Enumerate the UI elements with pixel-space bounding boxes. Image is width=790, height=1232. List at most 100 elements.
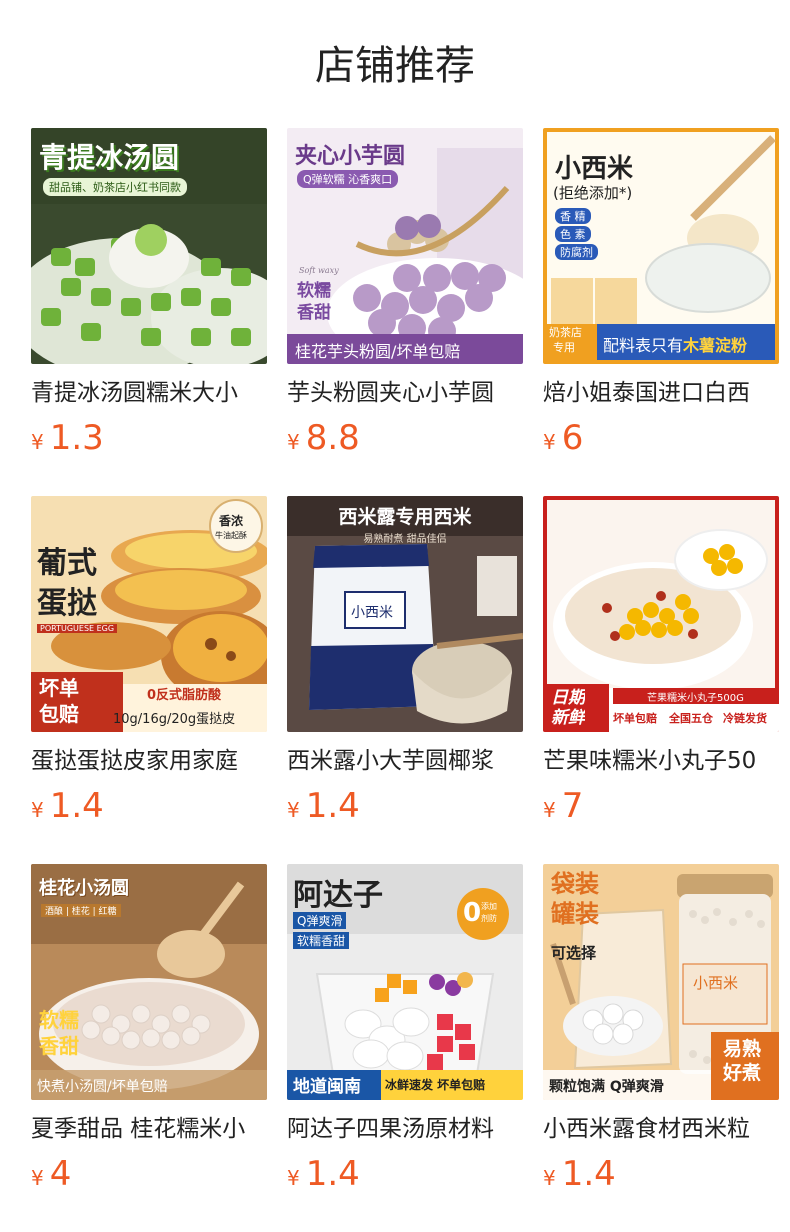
product-name[interactable]: 西米露小大芋圆椰浆 xyxy=(287,746,523,776)
product-image[interactable]: 青提冰汤圆 甜品铺、奶茶店小红书同款 xyxy=(31,128,267,364)
image-headline-1: 葡式 xyxy=(37,546,97,581)
image-corner-1: 奶茶店 xyxy=(549,326,582,339)
currency-symbol: ¥ xyxy=(31,798,44,822)
product-image[interactable]: 葡式 蛋挞 PORTUGUESE EGG 香浓 牛油起酥 坏单 包赔 0反式脂肪… xyxy=(31,496,267,732)
product-name[interactable]: 焙小姐泰国进口白西 xyxy=(543,378,779,408)
currency-symbol: ¥ xyxy=(543,798,556,822)
product-name[interactable]: 青提冰汤圆糯米大小 xyxy=(31,378,267,408)
currency-symbol: ¥ xyxy=(543,430,556,454)
image-top-banner: 芒果糯米小丸子500G xyxy=(647,693,744,704)
price-value: 1.4 xyxy=(49,786,104,826)
image-bag-label: 小西米 xyxy=(351,605,393,621)
image-line-2: 全国五仓 xyxy=(669,712,713,725)
product-card[interactable]: 小西米 (拒绝添加*) 香 精 色 素 防腐剂 奶茶店 专用 配料表只有木薯淀粉… xyxy=(543,128,779,458)
page-title: 店铺推荐 xyxy=(315,43,475,89)
image-corner-1: 易熟 xyxy=(723,1038,762,1060)
image-banner-left: 地道闽南 xyxy=(293,1077,361,1097)
image-line-2: 10g/16g/20g蛋挞皮 xyxy=(113,712,236,727)
product-price: ¥1.4 xyxy=(31,786,267,826)
image-corner-1: 坏单 xyxy=(39,676,79,700)
image-check-1: 香 精 xyxy=(555,208,591,224)
currency-symbol: ¥ xyxy=(287,1166,300,1190)
image-banner-highlight: 木薯淀粉 xyxy=(683,336,748,355)
image-badge-2: 牛油起酥 xyxy=(215,531,247,540)
image-badge-1: 香浓 xyxy=(219,514,244,528)
product-image[interactable]: 小西米 (拒绝添加*) 香 精 色 素 防腐剂 奶茶店 专用 配料表只有木薯淀粉 xyxy=(543,128,779,364)
product-card[interactable]: 阿达子 Q弹爽滑 软糯香甜 0 添加 剂防 地道闽南 冰鲜速发 坏单包赔 阿达子… xyxy=(287,864,523,1194)
price-value: 1.4 xyxy=(305,1154,360,1194)
image-sub: 可选择 xyxy=(551,944,597,962)
image-line-3: 冷链发货 xyxy=(723,712,767,725)
currency-symbol: ¥ xyxy=(31,430,44,454)
image-headline: 小西米 xyxy=(555,154,634,184)
image-corner-2: 新鲜 xyxy=(551,708,585,728)
image-tag-2: 软糯香甜 xyxy=(293,932,350,949)
product-image[interactable]: 日期 新鲜 芒果糯米小丸子500G 坏单包赔 全国五仓 冷链发货 xyxy=(543,496,779,732)
image-tag-1: Q弹爽滑 xyxy=(293,912,347,929)
product-image[interactable]: 阿达子 Q弹爽滑 软糯香甜 0 添加 剂防 地道闽南 冰鲜速发 坏单包赔 xyxy=(287,864,523,1100)
image-line-1: 坏单包赔 xyxy=(613,712,657,725)
product-card[interactable]: 桂花小汤圆 酒酿 | 桂花 | 红糖 软糯 香甜 快煮小汤圆/坏单包赔 夏季甜品… xyxy=(31,864,267,1194)
price-value: 8.8 xyxy=(305,418,360,458)
image-side-1: 软糯 xyxy=(39,1008,79,1032)
product-card[interactable]: 西米露专用西米 易熟耐煮 甜品佳侣 小西米 西米露小大芋圆椰浆 ¥1.4 xyxy=(287,496,523,826)
image-headline: 阿达子 xyxy=(293,878,383,913)
image-side-2: 香甜 xyxy=(39,1034,79,1058)
product-price: ¥1.4 xyxy=(543,1154,779,1194)
price-value: 1.3 xyxy=(49,418,104,458)
currency-symbol: ¥ xyxy=(287,430,300,454)
product-name[interactable]: 夏季甜品 桂花糯米小 xyxy=(31,1114,267,1144)
image-headline: 夹心小芋圆 xyxy=(295,144,406,169)
image-corner-1: 日期 xyxy=(551,688,585,708)
price-value: 6 xyxy=(561,418,584,458)
product-card[interactable]: 夹心小芋圆 Q弹软糯 沁香爽口 Soft waxy 软糯 香甜 桂花芋头粉圆/坏… xyxy=(287,128,523,458)
product-image[interactable]: 袋装 罐装 可选择 小西米 颗粒饱满 Q弹爽滑 易熟 好煮 xyxy=(543,864,779,1100)
image-banner: 颗粒饱满 Q弹爽滑 xyxy=(549,1079,664,1095)
image-headline-2: 蛋挞 xyxy=(37,586,97,621)
image-side-2: 香甜 xyxy=(297,303,331,323)
price-value: 1.4 xyxy=(305,786,360,826)
product-card[interactable]: 葡式 蛋挞 PORTUGUESE EGG 香浓 牛油起酥 坏单 包赔 0反式脂肪… xyxy=(31,496,267,826)
image-sub: 易熟耐煮 甜品佳侣 xyxy=(363,534,447,545)
image-subtitle: PORTUGUESE EGG xyxy=(37,624,118,633)
image-corner-2: 专用 xyxy=(553,341,575,354)
image-badge-num: 0 xyxy=(463,898,482,928)
product-card[interactable]: 日期 新鲜 芒果糯米小丸子500G 坏单包赔 全国五仓 冷链发货 芒果味糯米小丸… xyxy=(543,496,779,826)
currency-symbol: ¥ xyxy=(31,1166,44,1190)
price-value: 7 xyxy=(561,786,584,826)
image-headline: 西米露专用西米 xyxy=(338,506,472,528)
image-headline: 青提冰汤圆 xyxy=(39,141,180,174)
product-name[interactable]: 芒果味糯米小丸子50 xyxy=(543,746,779,776)
image-headline-1: 袋装 xyxy=(551,870,599,898)
product-image[interactable]: 西米露专用西米 易熟耐煮 甜品佳侣 小西米 xyxy=(287,496,523,732)
product-price: ¥4 xyxy=(31,1154,267,1194)
product-name[interactable]: 芋头粉圆夹心小芋圆 xyxy=(287,378,523,408)
product-name[interactable]: 小西米露食材西米粒 xyxy=(543,1114,779,1144)
price-value: 4 xyxy=(49,1154,72,1194)
product-price: ¥1.4 xyxy=(287,786,523,826)
currency-symbol: ¥ xyxy=(543,1166,556,1190)
currency-symbol: ¥ xyxy=(287,798,300,822)
image-banner: 桂花芋头粉圆/坏单包赔 xyxy=(295,342,461,361)
image-badge-text-2: 剂防 xyxy=(481,914,497,923)
product-image[interactable]: 夹心小芋圆 Q弹软糯 沁香爽口 Soft waxy 软糯 香甜 桂花芋头粉圆/坏… xyxy=(287,128,523,364)
product-card[interactable]: 青提冰汤圆 甜品铺、奶茶店小红书同款 青提冰汤圆糯米大小 ¥1.3 xyxy=(31,128,267,458)
image-headline: 桂花小汤圆 xyxy=(39,878,129,899)
product-image[interactable]: 桂花小汤圆 酒酿 | 桂花 | 红糖 软糯 香甜 快煮小汤圆/坏单包赔 xyxy=(31,864,267,1100)
product-price: ¥1.3 xyxy=(31,418,267,458)
price-value: 1.4 xyxy=(561,1154,616,1194)
product-name[interactable]: 阿达子四果汤原材料 xyxy=(287,1114,523,1144)
image-banner-prefix: 配料表只有 xyxy=(603,336,684,355)
product-card[interactable]: 袋装 罐装 可选择 小西米 颗粒饱满 Q弹爽滑 易熟 好煮 小西米露食材西米粒 … xyxy=(543,864,779,1194)
image-tag: Q弹软糯 沁香爽口 xyxy=(297,170,399,188)
image-tags: 酒酿 | 桂花 | 红糖 xyxy=(41,904,121,917)
product-price: ¥7 xyxy=(543,786,779,826)
image-banner: 配料表只有木薯淀粉 xyxy=(603,332,747,356)
product-price: ¥8.8 xyxy=(287,418,523,458)
product-name[interactable]: 蛋挞蛋挞皮家用家庭 xyxy=(31,746,267,776)
image-check-3: 防腐剂 xyxy=(555,244,598,260)
image-side-1: 软糯 xyxy=(297,281,331,301)
image-corner-2: 包赔 xyxy=(39,702,79,726)
image-headline-2: 罐装 xyxy=(551,900,599,928)
image-line-1: 0反式脂肪酸 xyxy=(147,688,222,703)
